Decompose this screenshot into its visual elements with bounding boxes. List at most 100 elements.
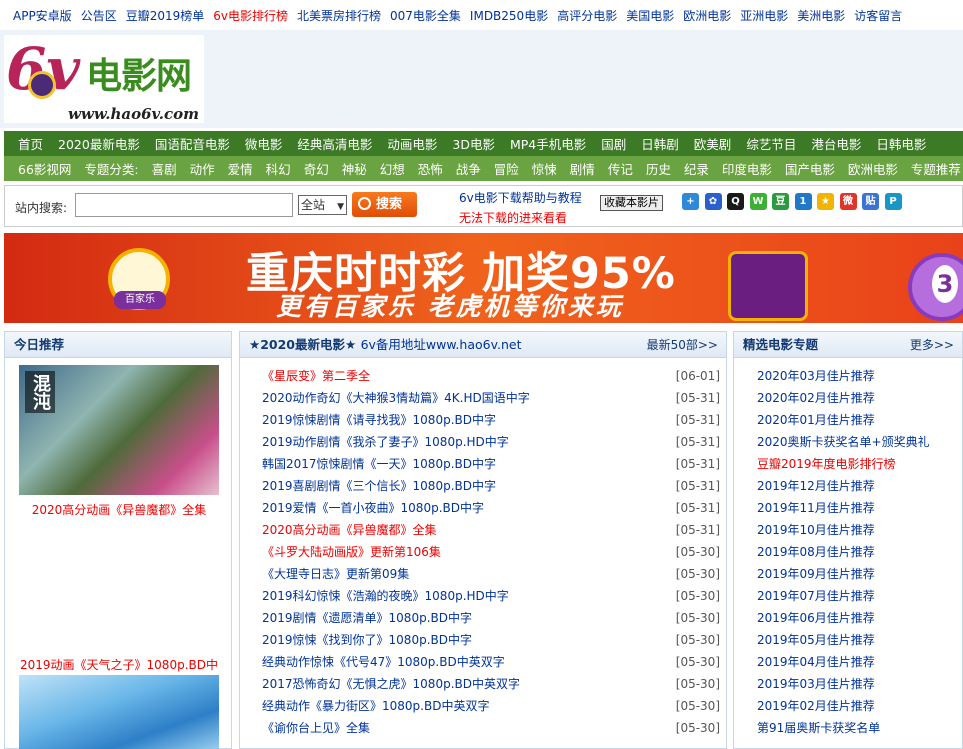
nav-item[interactable]: 3D电影 (452, 134, 495, 153)
nav-item[interactable]: 日韩电影 (876, 134, 926, 153)
download-help-link[interactable]: 6v电影下载帮助与教程 (459, 189, 582, 206)
subnav-item[interactable]: 科幻 (266, 159, 291, 178)
movie-link[interactable]: 2019喜剧剧情《三个信长》1080p.BD中字 (262, 479, 496, 493)
top-link[interactable]: 访客留言 (854, 7, 902, 24)
movie-link[interactable]: 2019惊悚《找到你了》1080p.BD中字 (262, 633, 472, 647)
nav-item[interactable]: 日韩剧 (641, 134, 679, 153)
topic-link[interactable]: 2019年05月佳片推荐 (757, 629, 957, 651)
search-input[interactable] (75, 193, 293, 217)
subnav-item[interactable]: 纪录 (684, 159, 709, 178)
subnav-item[interactable]: 66影视网 (18, 159, 71, 178)
subnav-item[interactable]: 恐怖 (418, 159, 443, 178)
subnav-item[interactable]: 冒险 (494, 159, 519, 178)
topic-link[interactable]: 2019年02月佳片推荐 (757, 695, 957, 717)
top-link[interactable]: 美国电影 (626, 7, 674, 24)
top-link[interactable]: 北美票房排行榜 (297, 7, 381, 24)
tieba-icon[interactable]: 贴 (862, 193, 879, 210)
top-link[interactable]: IMDB250电影 (470, 7, 548, 24)
douban-icon[interactable]: 豆 (772, 193, 789, 210)
topic-link[interactable]: 2019年12月佳片推荐 (757, 475, 957, 497)
movie-link[interactable]: 《斗罗大陆动画版》更新第106集 (262, 545, 441, 559)
nav-item[interactable]: 动画电影 (387, 134, 437, 153)
movie-link[interactable]: 2019爱情《一首小夜曲》1080p.BD中字 (262, 501, 484, 515)
pinterest-icon[interactable]: P (884, 193, 902, 210)
topic-link[interactable]: 2019年04月佳片推荐 (757, 651, 957, 673)
movie-link[interactable]: 2019动作剧情《我杀了妻子》1080p.HD中字 (262, 435, 509, 449)
movie-link[interactable]: 2020高分动画《异兽魔都》全集 (262, 523, 437, 537)
weibo-icon[interactable]: 微 (839, 193, 857, 210)
movie-link[interactable]: 《大理寺日志》更新第09集 (262, 567, 409, 581)
topic-link[interactable]: 2020年02月佳片推荐 (757, 387, 957, 409)
nav-item[interactable]: 经典高清电影 (297, 134, 372, 153)
baidu-icon[interactable]: ✿ (704, 193, 722, 210)
movie-link[interactable]: 经典动作《暴力街区》1080p.BD中英双字 (262, 699, 489, 713)
nav-item[interactable]: 欧美剧 (694, 134, 732, 153)
plus-share-icon[interactable]: + (682, 193, 699, 210)
nav-item[interactable]: 港台电影 (811, 134, 861, 153)
top-link[interactable]: APP安卓版 (13, 7, 72, 24)
movie-link[interactable]: 《谕你台上见》全集 (262, 721, 370, 735)
topic-link[interactable]: 2019年10月佳片推荐 (757, 519, 957, 541)
movie-link[interactable]: 2019剧情《遗愿清单》1080p.BD中字 (262, 611, 472, 625)
renren-icon[interactable]: 1 (794, 193, 812, 210)
topic-link[interactable]: 2019年09月佳片推荐 (757, 563, 957, 585)
poster-caption-link[interactable]: 2020高分动画《异兽魔都》全集 (5, 501, 233, 518)
top-link[interactable]: 亚洲电影 (740, 7, 788, 24)
subnav-item[interactable]: 战争 (456, 159, 481, 178)
more-latest-link[interactable]: 最新50部>> (647, 332, 718, 358)
nav-item[interactable]: 国语配音电影 (155, 134, 230, 153)
nav-item[interactable]: 国剧 (601, 134, 626, 153)
qzone-icon[interactable]: ★ (817, 193, 834, 210)
movie-link[interactable]: 韩国2017惊悚剧情《一天》1080p.BD中字 (262, 457, 496, 471)
backup-address[interactable]: 6v备用地址www.hao6v.net (361, 337, 522, 352)
movie-link[interactable]: 2019科幻惊悚《浩瀚的夜晚》1080p.HD中字 (262, 589, 509, 603)
nav-item[interactable]: 2020最新电影 (58, 134, 140, 153)
movie-link[interactable]: 2020动作奇幻《大神猴3情劫篇》4K.HD国语中字 (262, 391, 530, 405)
nav-item[interactable]: 综艺节目 (746, 134, 796, 153)
subnav-item[interactable]: 传记 (608, 159, 633, 178)
top-link[interactable]: 豆瓣2019榜单 (126, 7, 205, 24)
subnav-item[interactable]: 幻想 (380, 159, 405, 178)
subnav-item[interactable]: 惊悚 (532, 159, 557, 178)
qq-icon[interactable]: Q (727, 193, 744, 210)
download-trouble-link[interactable]: 无法下载的进来看看 (459, 209, 567, 226)
poster-image[interactable]: 混沌 (19, 365, 219, 495)
subnav-item[interactable]: 国产电影 (785, 159, 835, 178)
subnav-item[interactable]: 奇幻 (304, 159, 329, 178)
topic-link[interactable]: 2020年01月佳片推荐 (757, 409, 957, 431)
topic-link[interactable]: 第91届奥斯卡获奖名单 (757, 717, 957, 739)
subnav-item[interactable]: 剧情 (570, 159, 595, 178)
topic-link[interactable]: 2020奥斯卡获奖名单+颁奖典礼 (757, 431, 957, 453)
site-logo[interactable]: 6v 电影网 www.hao6v.com (4, 35, 204, 123)
top-link[interactable]: 6v电影排行榜 (213, 7, 288, 24)
bookmark-button[interactable]: 收藏本影片 (600, 195, 663, 211)
search-scope-select[interactable]: 全站 (298, 195, 347, 216)
topic-link[interactable]: 2019年06月佳片推荐 (757, 607, 957, 629)
nav-item[interactable]: MP4手机电影 (510, 134, 586, 153)
topic-link[interactable]: 2020年03月佳片推荐 (757, 365, 957, 387)
movie-link[interactable]: 《星辰变》第二季全 (262, 369, 370, 383)
subnav-item[interactable]: 专题推荐 (911, 159, 961, 178)
search-button[interactable]: 搜索 (352, 192, 417, 217)
nav-item[interactable]: 微电影 (245, 134, 283, 153)
movie-link[interactable]: 2019惊悚剧情《请寻找我》1080p.BD中字 (262, 413, 496, 427)
subnav-item[interactable]: 印度电影 (722, 159, 772, 178)
more-topics-link[interactable]: 更多>> (910, 332, 954, 358)
movie-link[interactable]: 2017恐怖奇幻《无惧之虎》1080p.BD中英双字 (262, 677, 520, 691)
subnav-item[interactable]: 喜剧 (152, 159, 177, 178)
nav-item[interactable]: 首页 (18, 134, 43, 153)
top-link[interactable]: 007电影全集 (390, 7, 461, 24)
top-link[interactable]: 高评分电影 (557, 7, 617, 24)
subnav-item[interactable]: 欧洲电影 (848, 159, 898, 178)
subnav-item[interactable]: 爱情 (228, 159, 253, 178)
topic-link[interactable]: 2019年07月佳片推荐 (757, 585, 957, 607)
topic-link[interactable]: 2019年11月佳片推荐 (757, 497, 957, 519)
poster-image[interactable] (19, 675, 219, 749)
topic-link[interactable]: 2019年08月佳片推荐 (757, 541, 957, 563)
poster-caption-link[interactable]: 2019动画《天气之子》1080p.BD中 (5, 656, 233, 673)
movie-link[interactable]: 经典动作惊悚《代号47》1080p.BD中英双字 (262, 655, 505, 669)
top-link[interactable]: 欧洲电影 (683, 7, 731, 24)
ad-banner[interactable]: 百家乐 重庆时时彩 加奖95% 更有百家乐 老虎机等你来玩 3 (4, 233, 963, 323)
top-link[interactable]: 公告区 (81, 7, 117, 24)
wechat-icon[interactable]: W (749, 193, 767, 210)
